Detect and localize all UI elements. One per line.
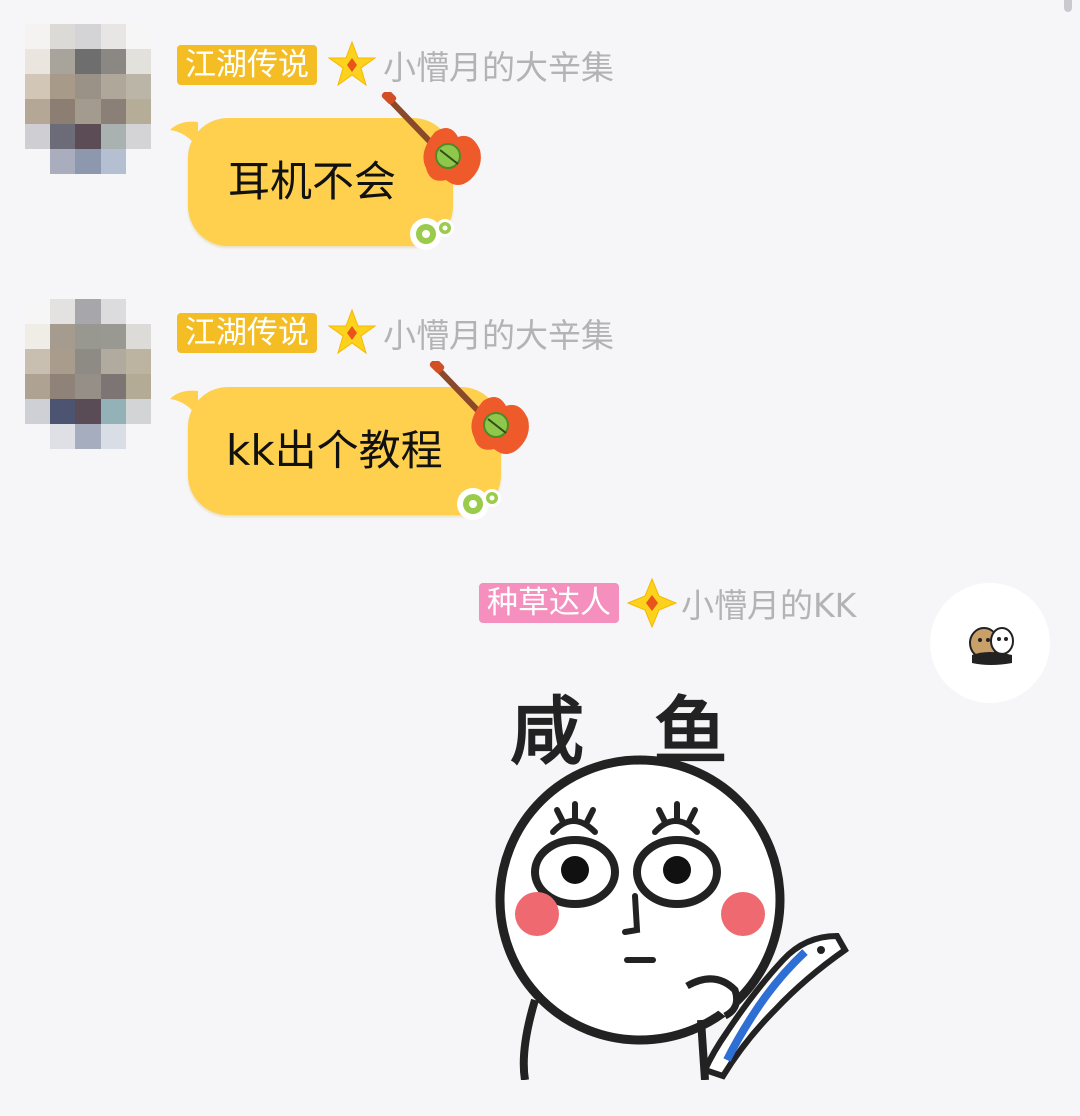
sticker-caption: 咸 鱼	[510, 689, 734, 775]
rank-badge: 种草达人	[479, 583, 619, 623]
sender-name[interactable]: 小懵月的大辛集	[383, 309, 614, 357]
message-text: 耳机不会	[228, 157, 397, 206]
sticker-message[interactable]: 咸 鱼	[465, 660, 865, 1081]
cartoon-avatar-icon	[969, 627, 1014, 665]
star-icon	[327, 40, 377, 87]
message-text: kk出个教程	[226, 426, 443, 475]
bubble-eyes-icon	[410, 218, 454, 250]
sender-name[interactable]: 小懵月的KK	[681, 579, 856, 627]
bubble-eyes-icon	[457, 488, 501, 520]
guitar-icon	[381, 92, 481, 185]
sender-name[interactable]: 小懵月的大辛集	[383, 41, 614, 89]
rank-badge: 江湖传说	[177, 313, 317, 353]
guitar-icon	[429, 361, 529, 454]
message-header: 江湖传说 小懵月的大辛集	[177, 40, 614, 87]
my-avatar[interactable]	[930, 583, 1050, 703]
sender-avatar[interactable]	[25, 299, 151, 449]
rank-badge: 江湖传说	[177, 45, 317, 85]
message-header: 种草达人 小懵月的KK	[479, 578, 856, 628]
scrollbar-thumb[interactable]	[1064, 0, 1072, 12]
message-header: 江湖传说 小懵月的大辛集	[177, 308, 614, 355]
sender-avatar[interactable]	[25, 24, 151, 174]
diamond-star-icon	[627, 578, 677, 628]
star-icon	[327, 308, 377, 355]
